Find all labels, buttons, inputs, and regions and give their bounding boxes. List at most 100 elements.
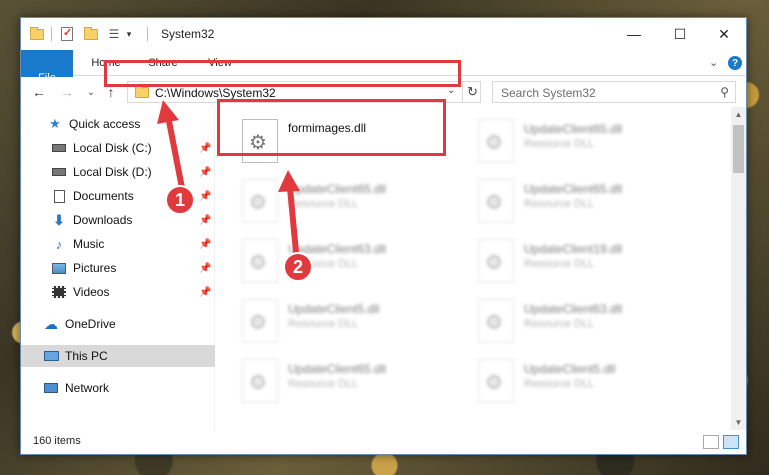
large-icons-view-icon[interactable]: [723, 435, 739, 449]
file-type: Resource DLL: [524, 198, 595, 210]
sidebar-item-local-disk-d[interactable]: Local Disk (D:) 📌: [21, 161, 215, 183]
details-view-icon[interactable]: [703, 435, 719, 449]
dll-file-icon: [242, 299, 278, 343]
file-name: UpdateClient63.dll: [524, 302, 623, 316]
file-type: Resource DLL: [524, 258, 595, 270]
file-item[interactable]: UpdateClient19.dll Resource DLL: [478, 239, 708, 295]
divider: [51, 27, 52, 41]
folder-icon[interactable]: [29, 26, 45, 42]
sidebar-item-this-pc[interactable]: This PC: [21, 345, 215, 367]
refresh-button[interactable]: ↻: [462, 82, 482, 102]
search-placeholder: Search System32: [501, 86, 596, 100]
downloads-icon: ⬇: [53, 211, 65, 228]
sidebar-item-label: Documents: [73, 189, 134, 203]
quick-access-toolbar-icon[interactable]: ☰: [106, 26, 122, 42]
address-highlight-box: [104, 60, 461, 87]
sidebar-item-label: Downloads: [73, 213, 133, 227]
pin-icon[interactable]: 📌: [199, 215, 211, 226]
forward-button[interactable]: →: [57, 83, 77, 101]
pictures-icon: [51, 261, 67, 275]
dll-file-icon: [478, 299, 514, 343]
videos-icon: [51, 285, 67, 299]
customize-toolbar-chevron-icon[interactable]: ▾: [122, 26, 136, 42]
minimize-button[interactable]: —: [611, 18, 657, 50]
recent-locations-chevron-icon[interactable]: ⌄: [81, 83, 101, 101]
sidebar-item-label: Music: [73, 237, 105, 251]
drive-icon: [51, 165, 67, 179]
file-type: Resource DLL: [288, 198, 359, 210]
sidebar-item-label: This PC: [65, 349, 108, 363]
scroll-up-icon[interactable]: ▲: [731, 107, 746, 122]
documents-icon: [51, 189, 67, 203]
title-bar: ☰ ▾ System32 — ☐ ✕: [21, 18, 746, 50]
sidebar-item-label: Videos: [73, 285, 110, 299]
scrollbar-thumb[interactable]: [733, 125, 744, 173]
file-type: Resource DLL: [288, 318, 359, 330]
sidebar-item-label: Local Disk (C:): [73, 141, 152, 155]
callout-2: 2: [283, 252, 313, 282]
scroll-down-icon[interactable]: ▼: [731, 415, 746, 430]
dll-file-icon: [478, 239, 514, 283]
sidebar-item-label: Network: [65, 381, 110, 395]
back-button[interactable]: ←: [29, 83, 49, 101]
dll-file-icon: [478, 359, 514, 403]
sidebar-item-videos[interactable]: Videos 📌: [21, 281, 215, 303]
sidebar-item-quick-access[interactable]: ★ Quick access: [21, 113, 215, 135]
sidebar-item-onedrive[interactable]: ☁ OneDrive: [21, 313, 215, 335]
file-type: Resource DLL: [524, 378, 595, 390]
file-name: UpdateClient65.dll: [524, 122, 623, 136]
properties-icon[interactable]: [59, 26, 75, 42]
dll-file-icon: [242, 179, 278, 223]
new-folder-icon[interactable]: [83, 26, 99, 42]
divider: [147, 27, 148, 41]
window-title: System32: [161, 27, 215, 41]
callout-1: 1: [165, 185, 195, 215]
search-icon[interactable]: ⚲: [720, 85, 729, 99]
item-count: 160 items: [33, 435, 81, 447]
sidebar-item-music[interactable]: ♪ Music 📌: [21, 233, 215, 255]
file-item[interactable]: UpdateClient63.dll Resource DLL: [242, 239, 472, 295]
sidebar-item-network[interactable]: Network: [21, 377, 215, 399]
vertical-scrollbar[interactable]: ▲ ▼: [731, 107, 746, 430]
file-type: Resource DLL: [524, 138, 595, 150]
star-icon: ★: [49, 116, 61, 131]
sidebar-item-pictures[interactable]: Pictures 📌: [21, 257, 215, 279]
music-icon: ♪: [55, 236, 63, 252]
pin-icon[interactable]: 📌: [199, 239, 211, 250]
dll-file-icon: [478, 179, 514, 223]
help-icon[interactable]: ?: [728, 56, 742, 70]
file-item[interactable]: UpdateClient5.dll Resource DLL: [242, 299, 472, 355]
file-item[interactable]: UpdateClient5.dll Resource DLL: [478, 359, 708, 415]
file-item[interactable]: UpdateClient65.dll Resource DLL: [478, 179, 708, 235]
file-name: UpdateClient19.dll: [524, 242, 623, 256]
sidebar-item-local-disk-c[interactable]: Local Disk (C:) 📌: [21, 137, 215, 159]
file-name: UpdateClient5.dll: [524, 362, 616, 376]
sidebar-item-label: Local Disk (D:): [73, 165, 152, 179]
file-name: UpdateClient65.dll: [288, 362, 387, 376]
address-path[interactable]: C:\Windows\System32: [155, 86, 276, 100]
pin-icon[interactable]: 📌: [199, 287, 211, 298]
file-name: UpdateClient5.dll: [288, 302, 380, 316]
onedrive-icon: ☁: [44, 315, 58, 332]
close-button[interactable]: ✕: [701, 18, 747, 50]
file-item[interactable]: UpdateClient65.dll Resource DLL: [242, 179, 472, 235]
file-name: UpdateClient65.dll: [288, 182, 387, 196]
pin-icon[interactable]: 📌: [199, 167, 211, 178]
dll-file-icon: [242, 359, 278, 403]
pin-icon[interactable]: 📌: [199, 143, 211, 154]
drive-icon: [51, 141, 67, 155]
file-item[interactable]: UpdateClient65.dll Resource DLL: [478, 119, 708, 175]
file-name: UpdateClient65.dll: [524, 182, 623, 196]
pin-icon[interactable]: 📌: [199, 263, 211, 274]
file-item[interactable]: UpdateClient63.dll Resource DLL: [478, 299, 708, 355]
navigation-pane: ★ Quick access Local Disk (C:) 📌 Local D…: [21, 107, 215, 430]
network-icon: [43, 381, 59, 395]
maximize-button[interactable]: ☐: [657, 18, 703, 50]
file-type: Resource DLL: [524, 318, 595, 330]
pin-icon[interactable]: 📌: [199, 191, 211, 202]
folder-icon: [135, 85, 149, 98]
file-item[interactable]: UpdateClient65.dll Resource DLL: [242, 359, 472, 415]
search-input[interactable]: Search System32 ⚲: [492, 81, 736, 103]
expand-ribbon-chevron-icon[interactable]: ⌄: [709, 56, 718, 69]
dll-file-icon: [478, 119, 514, 163]
